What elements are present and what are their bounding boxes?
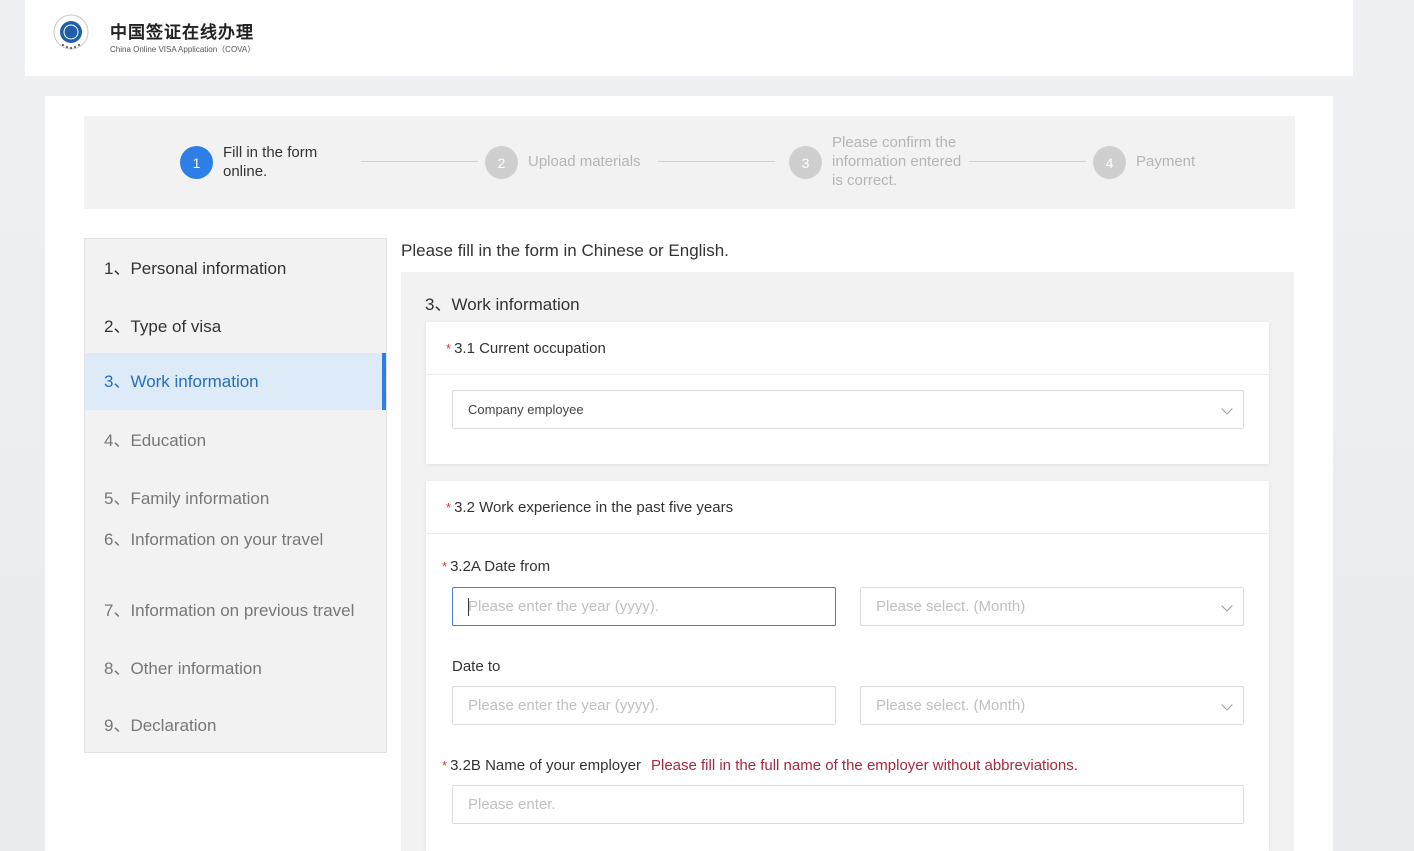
- progress-steps: 1 Fill in the form online. 2 Upload mate…: [84, 116, 1295, 209]
- sidebar-item-family-information[interactable]: 5、Family information: [85, 489, 386, 509]
- site-header: 中国签证在线办理 China Online VISA Application（C…: [25, 0, 1353, 76]
- step-connector: [361, 161, 478, 162]
- occupation-label: 3.1 Current occupation: [454, 339, 606, 357]
- date-from-year-input[interactable]: Please enter the year (yyyy).: [452, 587, 836, 626]
- date-to-year-input[interactable]: Please enter the year (yyyy).: [452, 686, 836, 725]
- step-1-label: Fill in the form online.: [223, 144, 318, 180]
- step-4-circle: 4: [1093, 146, 1126, 179]
- required-mark: *: [446, 499, 452, 515]
- sidebar-item-type-of-visa[interactable]: 2、Type of visa: [85, 317, 386, 337]
- step-2-circle: 2: [485, 146, 518, 179]
- occupation-select[interactable]: Company employee: [452, 390, 1244, 429]
- chevron-down-icon: [1221, 403, 1233, 415]
- chevron-down-icon: [1221, 600, 1233, 612]
- occupation-value: Company employee: [468, 402, 584, 417]
- consular-affairs-logo: [53, 14, 89, 50]
- date-from-month-select[interactable]: Please select. (Month): [860, 587, 1244, 626]
- required-mark: *: [446, 340, 452, 356]
- date-to-month-select[interactable]: Please select. (Month): [860, 686, 1244, 725]
- date-to-year-placeholder: Please enter the year (yyyy).: [468, 697, 659, 714]
- sidebar-item-previous-travel[interactable]: 7、Information on previous travel: [85, 601, 386, 621]
- work-information-section: 3、Work information * 3.1 Current occupat…: [401, 272, 1294, 851]
- date-to-month-placeholder: Please select. (Month): [876, 697, 1026, 714]
- occupation-panel: * 3.1 Current occupation Company employe…: [426, 322, 1269, 464]
- step-3-label: Please confirm the information entered i…: [832, 134, 962, 189]
- form-card: 1 Fill in the form online. 2 Upload mate…: [45, 96, 1333, 851]
- sidebar-item-education[interactable]: 4、Education: [85, 431, 386, 451]
- employer-name-input[interactable]: Please enter.: [452, 785, 1244, 824]
- brand-title: 中国签证在线办理: [110, 23, 254, 43]
- work-experience-panel: * 3.2 Work experience in the past five y…: [426, 481, 1269, 851]
- sidebar-item-other-information[interactable]: 8、Other information: [85, 659, 386, 679]
- brand-subtitle: China Online VISA Application（COVA）: [110, 45, 256, 54]
- sidebar-item-work-information[interactable]: 3、Work information: [85, 353, 386, 410]
- sidebar-item-declaration[interactable]: 9、Declaration: [85, 716, 386, 736]
- section-title: 3、Work information: [425, 295, 580, 314]
- form-instruction: Please fill in the form in Chinese or En…: [401, 241, 729, 260]
- sidebar-item-personal-information[interactable]: 1、Personal information: [85, 259, 386, 279]
- chevron-down-icon: [1221, 699, 1233, 711]
- employer-note: Please fill in the full name of the empl…: [650, 757, 1078, 774]
- date-from-year-placeholder: Please enter the year (yyyy).: [468, 598, 659, 615]
- employer-label: * 3.2B Name of your employer Please fill i…: [442, 757, 1078, 774]
- step-4-label: Payment: [1136, 153, 1196, 170]
- date-to-label: Date to: [452, 658, 501, 675]
- form-sections-nav: 1、Personal information 2、Type of visa 3、…: [84, 238, 387, 753]
- required-mark: *: [442, 559, 448, 574]
- step-3-circle: 3: [789, 146, 822, 179]
- date-from-month-placeholder: Please select. (Month): [876, 598, 1026, 615]
- employer-placeholder: Please enter.: [468, 796, 556, 813]
- step-2-label: Upload materials: [528, 153, 641, 170]
- step-1-circle: 1: [180, 146, 213, 179]
- sidebar-item-travel-information[interactable]: 6、Information on your travel: [85, 530, 386, 550]
- date-from-label: * 3.2A Date from: [442, 558, 551, 575]
- work-experience-label: 3.2 Work experience in the past five yea…: [454, 498, 734, 516]
- step-connector: [969, 161, 1086, 162]
- step-connector: [658, 161, 775, 162]
- required-mark: *: [442, 758, 448, 773]
- work-experience-heading: * 3.2 Work experience in the past five y…: [426, 481, 1269, 534]
- occupation-heading: * 3.1 Current occupation: [426, 322, 1269, 375]
